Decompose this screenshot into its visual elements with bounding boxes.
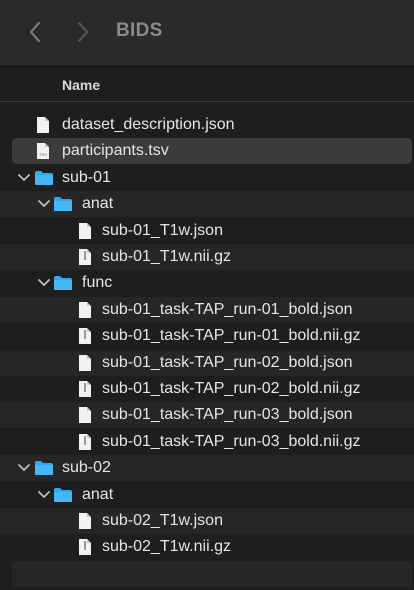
- file-row[interactable]: sub-01_T1w.json: [0, 218, 414, 244]
- file-row[interactable]: sub-02_T1w.json: [0, 508, 414, 534]
- file-icon: [78, 222, 92, 245]
- item-name: sub-01_task-TAP_run-03_bold.nii.gz: [102, 432, 361, 450]
- file-icon: [78, 406, 92, 429]
- item-name: sub-01_task-TAP_run-01_bold.json: [102, 300, 353, 318]
- item-name: sub-01_task-TAP_run-01_bold.nii.gz: [102, 327, 361, 345]
- file-icon: TSV: [36, 142, 50, 165]
- forward-button[interactable]: [70, 19, 96, 45]
- window-title: BIDS: [116, 20, 163, 41]
- chevron-right-icon: [77, 21, 89, 43]
- file-icon: [78, 380, 92, 403]
- file-icon: [36, 116, 50, 139]
- item-name: participants.tsv: [62, 142, 169, 160]
- item-name: sub-02: [62, 459, 111, 477]
- file-row[interactable]: dataset_description.json: [0, 112, 414, 138]
- column-header: Name: [0, 67, 414, 102]
- file-icon: [78, 327, 92, 350]
- file-icon: [78, 538, 92, 561]
- folder-icon: [34, 170, 54, 191]
- file-icon: [78, 354, 92, 377]
- name-column-header[interactable]: Name: [62, 77, 100, 93]
- chevron-down-icon[interactable]: [38, 277, 50, 289]
- chevron-down-icon[interactable]: [38, 489, 50, 501]
- item-name: dataset_description.json: [62, 116, 235, 133]
- item-name: sub-02_T1w.json: [102, 512, 223, 529]
- item-name: sub-02_T1w.nii.gz: [102, 538, 231, 556]
- chevron-down-icon[interactable]: [18, 172, 30, 184]
- folder-row[interactable]: anat: [0, 191, 414, 218]
- folder-icon: [34, 460, 54, 481]
- chevron-left-icon: [29, 21, 41, 43]
- item-name: sub-01_T1w.nii.gz: [102, 248, 231, 265]
- item-name: func: [82, 274, 113, 292]
- folder-row[interactable]: anat: [0, 482, 414, 508]
- file-row[interactable]: sub-01_task-TAP_run-03_bold.json: [0, 402, 414, 429]
- toolbar: BIDS: [0, 0, 414, 67]
- file-row[interactable]: TSV participants.tsv: [12, 138, 412, 165]
- chevron-down-icon[interactable]: [18, 462, 30, 474]
- file-list: dataset_description.json TSV participants.…: [0, 102, 414, 590]
- file-icon: [78, 301, 92, 324]
- file-icon: [78, 512, 92, 535]
- folder-icon: [53, 275, 73, 296]
- item-name: sub-01_task-TAP_run-02_bold.json: [102, 353, 353, 371]
- folder-icon: [53, 487, 73, 508]
- file-row[interactable]: sub-01_task-TAP_run-02_bold.json: [0, 349, 414, 377]
- file-icon: [78, 248, 92, 271]
- file-row[interactable]: sub-01_task-TAP_run-02_bold.nii.gz: [0, 376, 414, 402]
- folder-icon: [53, 196, 73, 217]
- file-row[interactable]: sub-01_T1w.nii.gz: [0, 244, 414, 270]
- item-name: sub-01_T1w.json: [102, 221, 223, 239]
- item-name: sub-01_task-TAP_run-03_bold.json: [102, 406, 353, 424]
- folder-row[interactable]: func: [0, 270, 414, 296]
- item-name: anat: [82, 195, 114, 213]
- empty-row: [12, 560, 412, 587]
- item-name: anat: [82, 485, 114, 503]
- file-row[interactable]: sub-02_T1w.nii.gz: [0, 534, 414, 560]
- folder-row[interactable]: sub-01: [0, 165, 414, 191]
- file-icon: [78, 433, 92, 456]
- back-button[interactable]: [22, 19, 48, 45]
- file-row[interactable]: sub-01_task-TAP_run-01_bold.nii.gz: [0, 323, 414, 349]
- svg-text:TSV: TSV: [39, 152, 47, 157]
- chevron-down-icon[interactable]: [38, 198, 50, 210]
- file-row[interactable]: sub-01_task-TAP_run-03_bold.nii.gz: [0, 429, 414, 455]
- folder-row[interactable]: sub-02: [0, 455, 414, 482]
- item-name: sub-01: [62, 168, 111, 186]
- file-row[interactable]: sub-01_task-TAP_run-01_bold.json: [0, 296, 414, 324]
- item-name: sub-01_task-TAP_run-02_bold.nii.gz: [102, 380, 361, 397]
